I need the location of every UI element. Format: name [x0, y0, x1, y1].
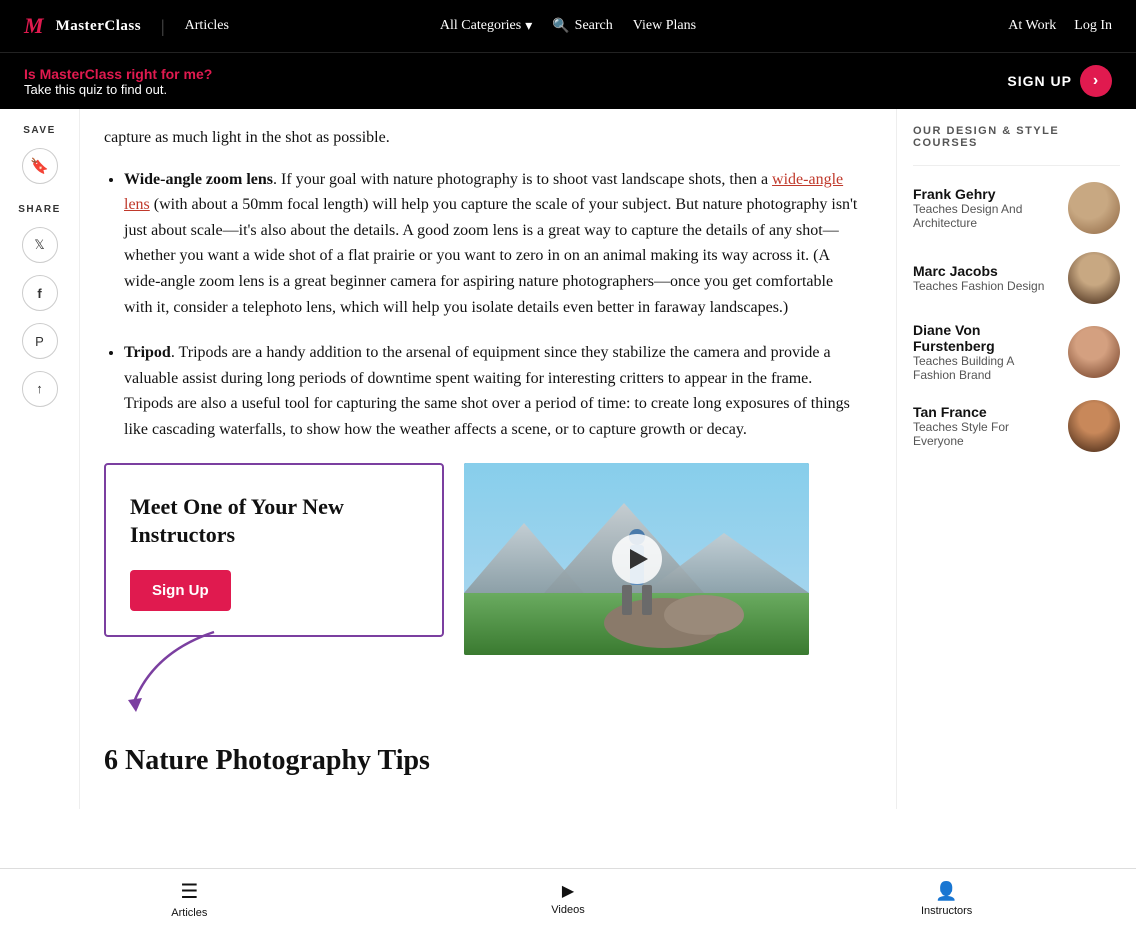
twitter-share-button[interactable]: 𝕏: [22, 227, 58, 263]
promo-subtext: Take this quiz to find out.: [24, 82, 212, 97]
course-info-tan: Tan France Teaches Style For Everyone: [913, 404, 1058, 448]
facebook-share-button[interactable]: f: [22, 275, 58, 311]
course-item-marc[interactable]: Marc Jacobs Teaches Fashion Design: [913, 252, 1120, 304]
video-thumbnail: [464, 463, 809, 655]
bottom-navigation: ☰ Articles ▶ Videos 👤 Instructors: [0, 868, 1136, 928]
course-desc-frank: Teaches Design And Architecture: [913, 202, 1058, 230]
share-more-button[interactable]: ↑: [22, 371, 58, 407]
main-layout: SAVE 🔖 SHARE 𝕏 f P ↑ capture as much lig…: [0, 109, 1136, 809]
nav-center: All Categories ▾ 🔍 Search View Plans: [440, 18, 696, 35]
course-name-frank: Frank Gehry: [913, 186, 1058, 202]
search-icon: 🔍: [552, 18, 569, 35]
course-item-diane[interactable]: Diane Von Furstenberg Teaches Building A…: [913, 322, 1120, 382]
bookmark-icon: 🔖: [30, 157, 49, 176]
course-name-tan: Tan France: [913, 404, 1058, 420]
play-triangle-icon: [630, 549, 648, 569]
arrow-right-icon: ›: [1093, 72, 1099, 90]
nav-right: At Work Log In: [1008, 18, 1112, 34]
instructors-icon: 👤: [935, 881, 957, 902]
chevron-down-icon: ▾: [525, 18, 532, 35]
logo-m: M: [24, 13, 44, 39]
bottom-nav-videos[interactable]: ▶ Videos: [528, 881, 608, 916]
all-categories-button[interactable]: All Categories ▾: [440, 18, 532, 35]
top-navigation: M MasterClass | Articles All Categories …: [0, 0, 1136, 52]
at-work-link[interactable]: At Work: [1008, 18, 1056, 34]
course-desc-marc: Teaches Fashion Design: [913, 279, 1058, 293]
promo-bar: Is MasterClass right for me? Take this q…: [0, 52, 1136, 109]
article-content: capture as much light in the shot as pos…: [80, 109, 896, 809]
course-info-diane: Diane Von Furstenberg Teaches Building A…: [913, 322, 1058, 382]
view-plans-link[interactable]: View Plans: [633, 18, 696, 34]
item-title-wideangle: Wide-angle zoom lens: [124, 171, 273, 188]
articles-label: Articles: [171, 907, 207, 919]
pinterest-icon: P: [35, 334, 44, 349]
promo-text: Is MasterClass right for me? Take this q…: [24, 66, 212, 97]
article-list: Wide-angle zoom lens. If your goal with …: [104, 167, 864, 443]
course-item-tan[interactable]: Tan France Teaches Style For Everyone: [913, 400, 1120, 452]
course-item-frank[interactable]: Frank Gehry Teaches Design And Architect…: [913, 182, 1120, 234]
promo-question: Is MasterClass right for me?: [24, 66, 212, 82]
course-thumb-tan: [1068, 400, 1120, 452]
arrow-annotation: [114, 622, 244, 722]
course-thumb-frank: [1068, 182, 1120, 234]
cta-signup-button[interactable]: Sign Up: [130, 570, 231, 611]
course-thumb-marc: [1068, 252, 1120, 304]
instructors-label: Instructors: [921, 905, 972, 917]
section-heading: 6 Nature Photography Tips: [104, 745, 864, 777]
cta-row: Meet One of Your New Instructors Sign Up: [104, 463, 864, 655]
sidebar-section-title: OUR DESIGN & STYLE COURSES: [913, 125, 1120, 149]
signup-button[interactable]: SIGN UP ›: [1007, 65, 1112, 97]
bottom-nav-articles[interactable]: ☰ Articles: [149, 879, 229, 919]
share-icon: ↑: [36, 381, 43, 397]
signup-arrow-btn[interactable]: ›: [1080, 65, 1112, 97]
bookmark-button[interactable]: 🔖: [22, 148, 58, 184]
list-item: Tripod. Tripods are a handy addition to …: [124, 340, 864, 442]
search-button[interactable]: 🔍 Search: [552, 18, 613, 35]
course-desc-diane: Teaches Building A Fashion Brand: [913, 354, 1058, 382]
twitter-icon: 𝕏: [34, 237, 44, 253]
bottom-nav-instructors[interactable]: 👤 Instructors: [907, 881, 987, 917]
right-sidebar: OUR DESIGN & STYLE COURSES Frank Gehry T…: [896, 109, 1136, 809]
videos-label: Videos: [551, 904, 584, 916]
course-name-diane: Diane Von Furstenberg: [913, 322, 1058, 354]
course-desc-tan: Teaches Style For Everyone: [913, 420, 1058, 448]
course-thumb-diane: [1068, 326, 1120, 378]
videos-icon: ▶: [562, 881, 574, 901]
facebook-icon: f: [37, 286, 41, 301]
articles-icon: ☰: [180, 879, 198, 904]
list-item: Wide-angle zoom lens. If your goal with …: [124, 167, 864, 321]
sidebar-divider: [913, 165, 1120, 166]
save-label: SAVE: [23, 125, 56, 136]
nav-divider: |: [161, 16, 165, 37]
item-title-tripod: Tripod: [124, 344, 171, 361]
course-info-marc: Marc Jacobs Teaches Fashion Design: [913, 263, 1058, 293]
cta-title: Meet One of Your New Instructors: [130, 493, 418, 550]
play-button[interactable]: [612, 534, 662, 584]
course-name-marc: Marc Jacobs: [913, 263, 1058, 279]
pinterest-share-button[interactable]: P: [22, 323, 58, 359]
left-sidebar: SAVE 🔖 SHARE 𝕏 f P ↑: [0, 109, 80, 809]
cta-video[interactable]: [464, 463, 809, 655]
log-in-link[interactable]: Log In: [1074, 18, 1112, 34]
share-label: SHARE: [18, 204, 61, 215]
nav-articles: Articles: [185, 18, 229, 34]
logo-brand: MasterClass: [56, 18, 141, 35]
course-info-frank: Frank Gehry Teaches Design And Architect…: [913, 186, 1058, 230]
logo-link[interactable]: M MasterClass | Articles: [24, 13, 229, 39]
cta-box: Meet One of Your New Instructors Sign Up: [104, 463, 444, 637]
article-intro-text: capture as much light in the shot as pos…: [104, 125, 864, 151]
